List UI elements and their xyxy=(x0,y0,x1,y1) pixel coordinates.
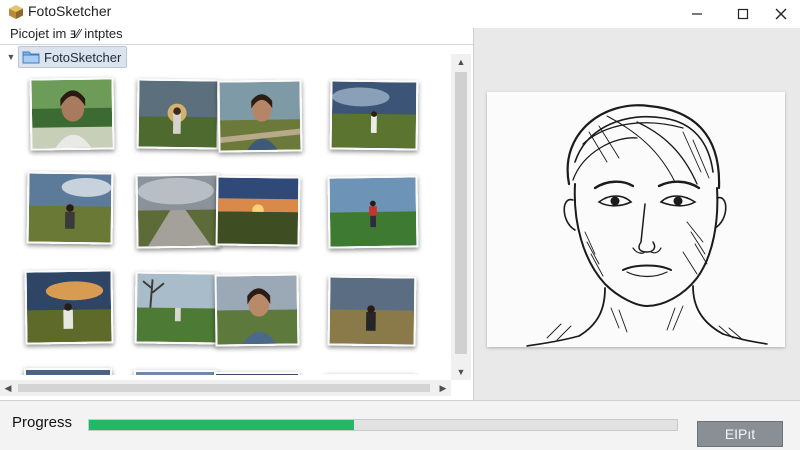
thumbnail-photo[interactable] xyxy=(29,77,115,151)
folder-tree-row[interactable]: ▼ FotoSketcher xyxy=(4,46,128,68)
status-bar: Progress EIPıt xyxy=(0,400,800,450)
title-bar: FotoSketcher xyxy=(0,0,800,28)
thumbnail-photo[interactable] xyxy=(327,175,419,249)
scroll-left-icon[interactable]: ◀ xyxy=(0,380,16,396)
thumbnail-photo[interactable] xyxy=(136,78,220,150)
scroll-up-icon[interactable]: ▲ xyxy=(451,54,471,70)
thumbnail-photo[interactable] xyxy=(214,372,300,375)
thumbnail-photo[interactable] xyxy=(24,269,114,345)
tree-expand-icon[interactable]: ▼ xyxy=(4,52,18,62)
collection-subtitle: Picojet im ⱻ⁄⁄ intptes xyxy=(10,26,123,41)
close-button[interactable] xyxy=(758,0,800,28)
close-icon xyxy=(775,8,787,20)
tree-node-label: FotoSketcher xyxy=(44,49,122,65)
thumbnail-photo[interactable] xyxy=(26,171,114,245)
thumbnail-photo[interactable] xyxy=(135,173,221,249)
progress-bar-fill xyxy=(89,420,354,430)
window-title: FotoSketcher xyxy=(28,3,112,19)
scroll-right-icon[interactable]: ▶ xyxy=(435,380,451,396)
thumbnail-photo[interactable] xyxy=(134,271,220,345)
thumbnail-photo[interactable] xyxy=(24,368,112,375)
minimize-button[interactable] xyxy=(674,0,720,28)
progress-bar xyxy=(88,419,678,431)
thumbnail-photo[interactable] xyxy=(134,370,218,375)
progress-label: Progress xyxy=(12,414,73,431)
fotosketcher-app-icon xyxy=(9,5,23,19)
maximize-icon xyxy=(737,8,749,20)
thumbnail-photo[interactable] xyxy=(217,79,303,153)
tree-node-fotosketcher[interactable]: FotoSketcher xyxy=(18,46,128,68)
pencil-sketch-portrait xyxy=(526,104,768,347)
preview-panel xyxy=(473,28,800,400)
minimize-icon xyxy=(692,13,702,15)
thumbnail-photo[interactable] xyxy=(327,275,417,347)
thumbnail-vertical-scrollbar[interactable]: ▲ ▼ xyxy=(451,54,471,380)
action-button[interactable]: EIPıt xyxy=(697,421,783,447)
thumbnail-photo[interactable] xyxy=(329,79,419,151)
vertical-scroll-thumb[interactable] xyxy=(455,72,467,354)
scroll-down-icon[interactable]: ▼ xyxy=(451,364,471,380)
thumbnail-photo[interactable] xyxy=(215,175,301,247)
folder-icon xyxy=(22,51,40,64)
horizontal-scroll-thumb[interactable] xyxy=(18,384,430,392)
sketch-preview xyxy=(487,92,785,347)
thumbnail-photo[interactable] xyxy=(326,374,416,375)
thumbnail-horizontal-scrollbar[interactable]: ◀ ▶ xyxy=(0,380,451,396)
thumbnail-grid xyxy=(0,70,451,375)
thumbnail-photo[interactable] xyxy=(214,273,300,347)
